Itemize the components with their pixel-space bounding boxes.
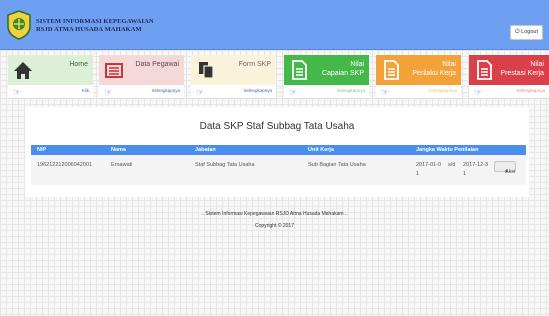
list-icon [105,63,123,78]
thumb-icon: ☞ [196,87,205,97]
tile-home-title: Home [69,61,88,68]
thumb-icon: ☞ [381,87,390,97]
tile-title-line-2: Prestasi Kerja [500,70,544,77]
caret-down-icon: ▾ [505,169,508,175]
cell-jabatan: Staf Subbag Tata Usaha [195,162,255,168]
tile-title-line-2: Perilaku Kerja [412,70,456,77]
thumb-icon: ☞ [289,87,298,97]
column-header-jangka-waktu: Jangka Waktu Penilaian [416,147,479,153]
top-header: SISTEM INFORMASI KEPEGAWAIAN RSJD ATMA H… [0,0,549,50]
column-header-nip: NIP [37,147,47,153]
column-header-jabatan: Jabatan [195,147,216,153]
panel-title: Data SKP Staf Subbag Tata Usaha [199,121,355,132]
thumb-icon: ☞ [474,87,483,97]
tile-nilai-prestasi-kerja-link[interactable]: Selengkapnya [516,88,545,93]
hospital-logo-icon [7,10,31,40]
cell-end-date: 2017-12-31 [463,162,489,177]
tile-nilai-perilaku-kerja[interactable]: Nilai Perilaku Kerja ☞ Selengkapnya [376,55,461,99]
brand-line-1: SISTEM INFORMASI KEPEGAWAIAN [36,18,154,25]
tile-home[interactable]: Home ☞ Klik [8,55,93,99]
tile-form-skp[interactable]: Form SKP ☞ Selengkapnya [191,55,276,99]
tile-title-line-1: Nilai [350,61,364,68]
tile-nilai-prestasi-kerja[interactable]: Nilai Prestasi Kerja ☞ Selengkapnya [469,55,549,99]
column-header-nama: Nama [111,147,126,153]
tile-title-line-1: Nilai [442,61,456,68]
logout-label: Logout [521,29,538,35]
copy-icon [199,62,214,79]
thumb-icon: ☞ [13,87,22,97]
aksi-dropdown-button[interactable]: Aksi ▾ [494,161,516,175]
cell-nip: 196212212006042001 [37,162,93,168]
skp-data-panel: Data SKP Staf Subbag Tata Usaha NIP Nama… [25,107,529,197]
tile-nilai-capaian-skp-link[interactable]: Selengkapnya [336,88,365,93]
document-icon [384,60,399,80]
home-icon [14,62,32,79]
tile-home-link[interactable]: Klik [82,88,89,93]
tile-nilai-capaian-skp[interactable]: Nilai Capaian SKP ☞ Selengkapnya [284,55,369,99]
tile-form-skp-title: Form SKP [238,61,271,68]
tile-data-pegawai[interactable]: Data Pegawai ☞ Selengkapnya [99,55,184,99]
tile-nilai-perilaku-kerja-title: Nilai Perilaku Kerja [412,60,456,78]
thumb-icon: ☞ [104,87,113,97]
tile-data-pegawai-title: Data Pegawai [135,61,179,68]
logout-button[interactable]: ⏻ Logout [509,25,543,40]
footer-copyright: Copyright © 2017 [255,223,294,229]
tile-title-line-2: Capaian SKP [321,70,364,77]
tile-title-line-1: Nilai [530,61,544,68]
cell-start-date: 2017-01-01 [416,162,442,177]
column-header-unit-kerja: Unit Kerja [308,147,334,153]
brand-line-2: RSJD ATMA HUSADA MAHAKAM [36,26,142,33]
cell-sd-separator: s/d [448,162,456,168]
cell-nama: Ernawati [111,162,133,168]
footer-system-name: .. Sistem Informasi Kepegawaian RSJD Atm… [201,211,348,217]
table-header: NIP Nama Jabatan Unit Kerja Jangka Waktu… [31,145,526,155]
tile-nilai-capaian-skp-title: Nilai Capaian SKP [322,60,364,78]
document-icon [477,60,492,80]
document-icon [292,60,307,80]
power-icon: ⏻ [514,29,520,35]
shortcut-tiles: Home ☞ Klik Data Pegawai ☞ Selengkapnya … [0,55,549,99]
tile-nilai-prestasi-kerja-title: Nilai Prestasi Kerja [500,60,544,78]
tile-form-skp-link[interactable]: Selengkapnya [243,88,272,93]
table-row: 196212212006042001 Ernawati Staf Subbag … [31,155,526,185]
tile-nilai-perilaku-kerja-link[interactable]: Selengkapnya [428,88,457,93]
brand-title: SISTEM INFORMASI KEPEGAWAIAN RSJD ATMA H… [36,18,154,34]
cell-unit-kerja: Sub Bagian Tata Usaha [308,162,366,168]
tile-data-pegawai-link[interactable]: Selengkapnya [151,88,180,93]
